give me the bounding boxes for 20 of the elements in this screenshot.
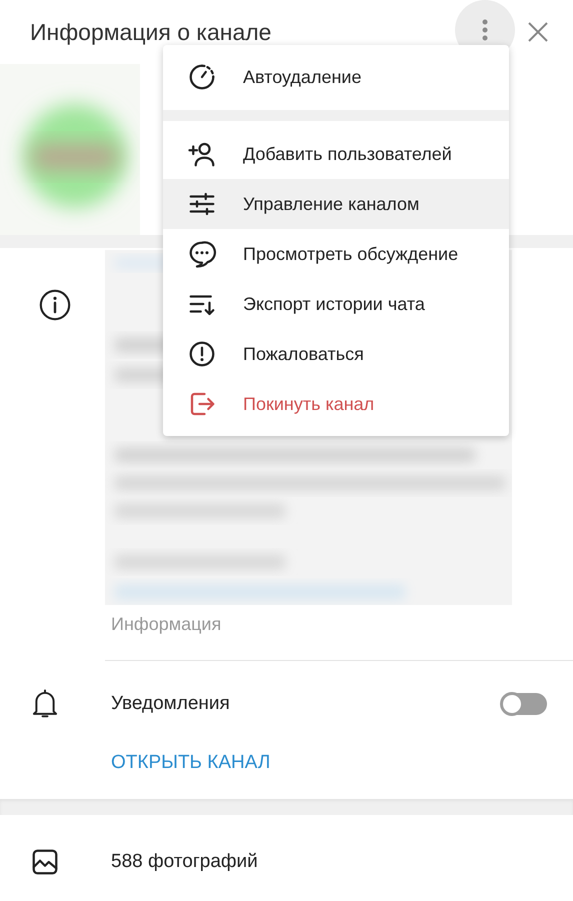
notifications-label: Уведомления [110,692,231,716]
exclamation-icon [187,339,217,369]
photos-count: 588 фотографий [110,850,258,874]
notifications-toggle[interactable] [501,693,547,715]
menu-item[interactable]: Добавить пользователей [163,129,509,179]
menu-item[interactable]: Автоудаление [163,52,509,102]
panel-title: Информация о канале [30,18,272,47]
info-caption: Информация [110,613,222,636]
menu-item[interactable]: Покинуть канал [163,379,509,429]
menu-item[interactable]: Экспорт истории чата [163,279,509,329]
comment-icon [187,239,217,269]
menu-item[interactable]: Просмотреть обсуждение [163,229,509,279]
close-icon [527,21,549,43]
menu-item[interactable]: Управление каналом [163,179,509,229]
open-channel-link[interactable]: ОТКРЫТЬ КАНАЛ [111,747,270,778]
image-icon [30,847,60,877]
info-icon [38,288,72,322]
more-vertical-icon [482,19,488,41]
timer-icon [187,62,217,92]
menu-item[interactable]: Пожаловаться [163,329,509,379]
